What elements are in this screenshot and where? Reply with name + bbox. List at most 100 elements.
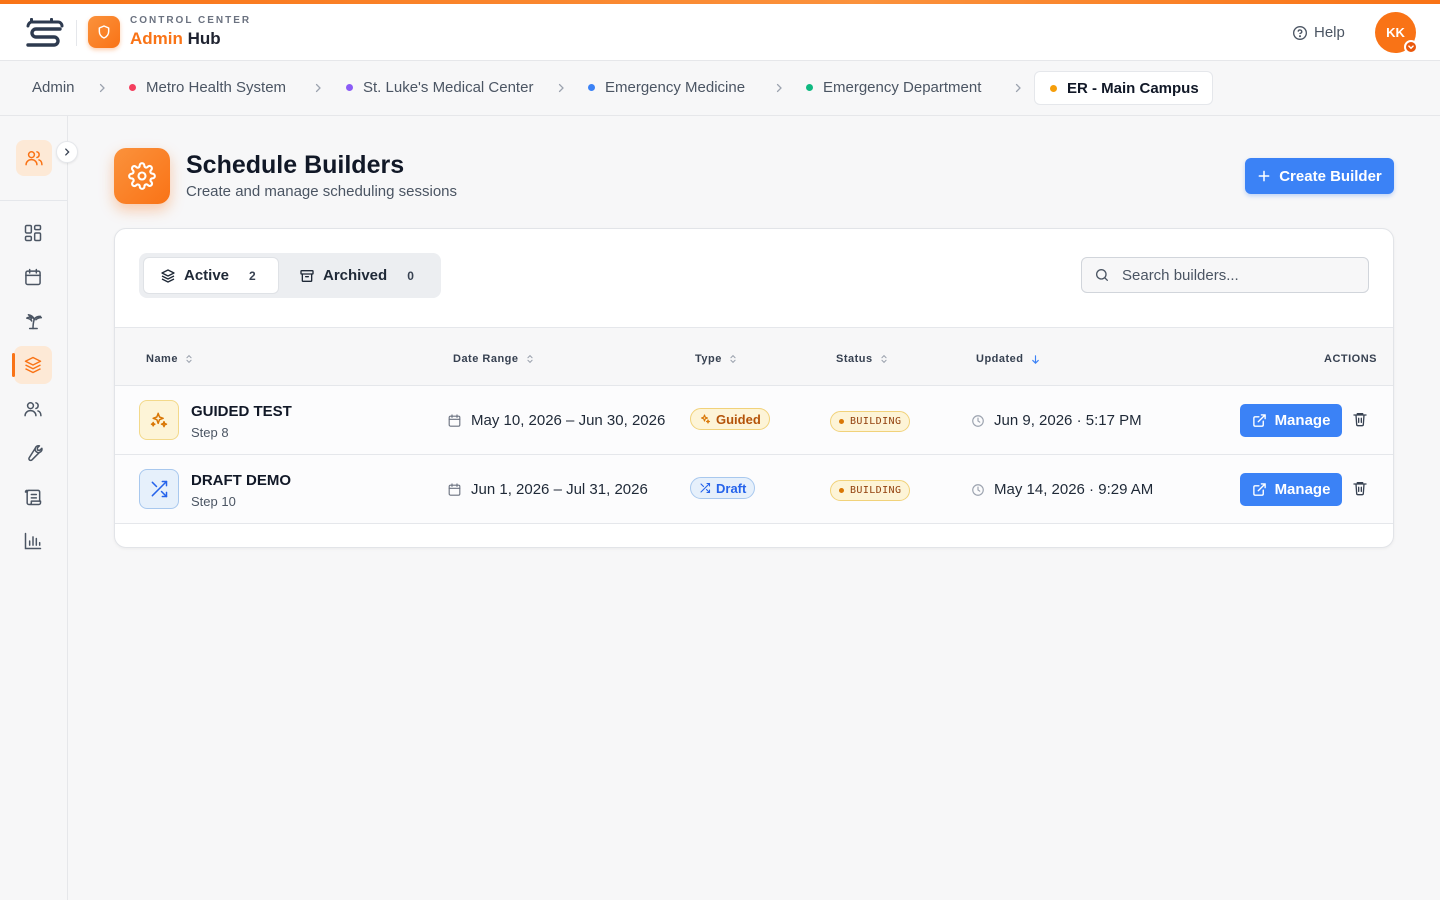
dashboard-icon bbox=[24, 224, 42, 242]
archive-icon bbox=[300, 269, 314, 282]
create-builder-label: Create Builder bbox=[1279, 167, 1382, 185]
type-badge: Draft bbox=[690, 477, 756, 499]
column-header-updated[interactable]: Updated bbox=[976, 353, 1041, 365]
tab-active[interactable]: Active 2 bbox=[143, 257, 279, 294]
sparkles-icon bbox=[700, 414, 711, 424]
sort-icon bbox=[730, 354, 736, 364]
avatar-initials: KK bbox=[1386, 25, 1405, 40]
page-subtitle: Create and manage scheduling sessions bbox=[186, 183, 458, 200]
breadcrumb: Admin Metro Health System St. Luke's Med… bbox=[0, 61, 1440, 116]
row-date-range: Jun 1, 2026 – Jul 31, 2026 bbox=[447, 481, 648, 498]
app-logo-icon[interactable] bbox=[24, 17, 64, 47]
arrow-down-icon bbox=[1031, 354, 1039, 364]
sort-icon bbox=[186, 354, 192, 364]
create-builder-button[interactable]: Create Builder bbox=[1245, 158, 1394, 194]
breadcrumb-item-current[interactable]: ER - Main Campus bbox=[1034, 71, 1213, 105]
hub-subtitle: CONTROL CENTER bbox=[130, 15, 252, 26]
breadcrumb-item-health-system[interactable]: Metro Health System bbox=[129, 79, 286, 96]
chevron-right-icon bbox=[1012, 82, 1024, 94]
top-bar: CONTROL CENTER Admin Hub Help KK bbox=[0, 4, 1440, 61]
tab-active-label: Active bbox=[184, 267, 230, 284]
column-header-status[interactable]: Status bbox=[836, 353, 889, 365]
divider bbox=[76, 20, 77, 46]
sidebar bbox=[0, 116, 78, 900]
sort-icon bbox=[526, 354, 533, 364]
status-badge: BUILDING bbox=[830, 411, 911, 432]
tab-archived-label: Archived bbox=[323, 267, 388, 284]
sort-icon bbox=[881, 354, 887, 364]
clock-icon bbox=[972, 414, 984, 427]
column-header-type[interactable]: Type bbox=[695, 353, 738, 365]
column-header-name[interactable]: Name bbox=[146, 353, 194, 365]
chevron-right-icon bbox=[96, 82, 108, 94]
palm-tree-icon bbox=[26, 314, 43, 330]
divider bbox=[0, 200, 67, 201]
breadcrumb-item-emergency-medicine[interactable]: Emergency Medicine bbox=[588, 79, 745, 96]
shuffle-icon bbox=[700, 482, 711, 494]
shuffle-icon bbox=[139, 469, 179, 509]
table-row[interactable]: DRAFT DEMO Step 10 Jun 1, 2026 – Jul 31,… bbox=[115, 455, 1393, 524]
avatar[interactable]: KK bbox=[1375, 12, 1418, 54]
tab-active-count: 2 bbox=[249, 268, 256, 283]
sidebar-item-time-off[interactable] bbox=[14, 302, 52, 340]
sidebar-item-dashboard[interactable] bbox=[14, 214, 52, 252]
page-title: Schedule Builders bbox=[186, 151, 405, 179]
sidebar-item-tools[interactable] bbox=[14, 434, 52, 472]
sidebar-item-calendar[interactable] bbox=[14, 258, 52, 296]
calendar-icon bbox=[448, 414, 461, 427]
trash-icon[interactable] bbox=[1352, 480, 1370, 498]
help-label: Help bbox=[1314, 24, 1345, 41]
chevron-right-icon bbox=[312, 82, 324, 94]
calendar-icon bbox=[448, 483, 461, 496]
chevron-right-icon bbox=[555, 82, 567, 94]
status-dot bbox=[346, 84, 353, 91]
manage-button[interactable]: Manage bbox=[1240, 473, 1342, 506]
column-header-date-range[interactable]: Date Range bbox=[453, 353, 535, 365]
tab-archived[interactable]: Archived 0 bbox=[283, 257, 433, 294]
row-step: Step 8 bbox=[191, 425, 229, 440]
sidebar-item-reports[interactable] bbox=[14, 522, 52, 560]
row-updated: Jun 9, 2026 · 5:17 PM bbox=[971, 412, 1142, 429]
sidebar-item-schedule-builders[interactable] bbox=[12, 346, 52, 384]
breadcrumb-item-medical-center[interactable]: St. Luke's Medical Center bbox=[346, 79, 533, 96]
breadcrumb-item-emergency-department[interactable]: Emergency Department bbox=[806, 79, 981, 96]
sidebar-expand-button[interactable] bbox=[56, 141, 78, 163]
clock-icon bbox=[972, 483, 984, 496]
calendar-icon bbox=[25, 268, 41, 286]
status-dot bbox=[129, 84, 136, 91]
chevron-right-icon bbox=[65, 148, 70, 156]
external-link-icon bbox=[1252, 414, 1266, 427]
users-icon bbox=[25, 151, 43, 166]
help-circle-icon bbox=[1293, 25, 1307, 40]
search-icon bbox=[1096, 269, 1108, 281]
external-link-icon bbox=[1252, 483, 1266, 496]
status-dot bbox=[1050, 84, 1057, 92]
builders-card: Active 2 Archived 0 Name Date Range Type… bbox=[114, 228, 1394, 548]
trash-icon[interactable] bbox=[1352, 411, 1370, 429]
row-step: Step 10 bbox=[191, 494, 236, 509]
layers-icon bbox=[24, 356, 42, 374]
column-header-actions: ACTIONS bbox=[1324, 353, 1377, 365]
gear-icon bbox=[114, 148, 170, 204]
sidebar-users-top[interactable] bbox=[16, 140, 52, 176]
sparkles-icon bbox=[139, 400, 179, 440]
table-row[interactable]: GUIDED TEST Step 8 May 10, 2026 – Jun 30… bbox=[115, 386, 1393, 455]
row-date-range: May 10, 2026 – Jun 30, 2026 bbox=[447, 412, 665, 429]
help-button[interactable]: Help bbox=[1292, 24, 1345, 41]
status-dot bbox=[806, 84, 813, 91]
breadcrumb-item-admin[interactable]: Admin bbox=[32, 79, 75, 96]
shield-icon bbox=[88, 16, 120, 48]
search-box bbox=[1081, 257, 1369, 293]
sidebar-item-users[interactable] bbox=[14, 390, 52, 428]
sidebar-item-logs[interactable] bbox=[14, 478, 52, 516]
chevron-right-icon bbox=[773, 82, 785, 94]
status-badge: BUILDING bbox=[830, 480, 911, 501]
search-input[interactable] bbox=[1122, 266, 1352, 284]
tab-archived-count: 0 bbox=[407, 268, 414, 283]
row-name: GUIDED TEST bbox=[191, 403, 292, 420]
bar-chart-icon bbox=[24, 532, 42, 550]
plus-icon bbox=[1258, 170, 1270, 182]
tab-group: Active 2 Archived 0 bbox=[139, 253, 441, 298]
hub-title: Admin Hub bbox=[130, 29, 221, 48]
manage-button[interactable]: Manage bbox=[1240, 404, 1342, 437]
